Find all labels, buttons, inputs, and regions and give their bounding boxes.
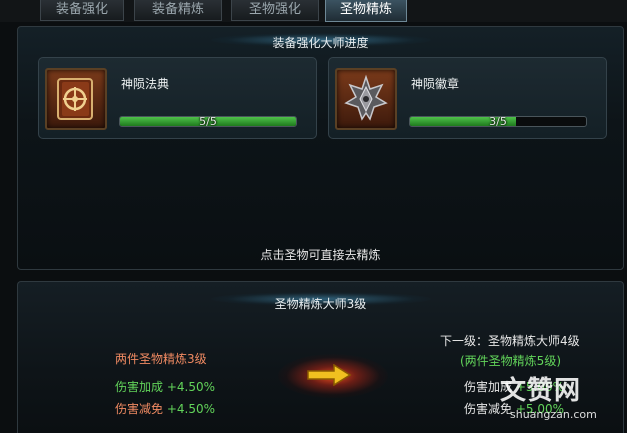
enhance-master-progress-panel: 装备强化大师进度 神陨法典 5/5 神陨徽章 3/5 点击圣物可直接去精炼 bbox=[17, 26, 624, 270]
tab-equipment-refine[interactable]: 装备精炼 bbox=[134, 0, 222, 21]
current-damage-reduction: 伤害减免 +4.50% bbox=[115, 400, 215, 417]
stat-value: +4.50% bbox=[166, 402, 216, 416]
master-level-title: 圣物精炼大师3级 bbox=[274, 297, 367, 311]
tab-relic-refine[interactable]: 圣物精炼 bbox=[325, 0, 407, 22]
progress-text: 5/5 bbox=[199, 116, 217, 127]
relic-card-tome[interactable]: 神陨法典 5/5 bbox=[38, 57, 317, 139]
stat-label: 伤害加成 bbox=[115, 380, 164, 394]
watermark: 文赞网 shuangzan.com bbox=[500, 370, 627, 433]
next-requirement: (两件圣物精炼5级) bbox=[460, 354, 561, 368]
progress-bar: 3/5 bbox=[409, 116, 587, 127]
tab-relic-enhance[interactable]: 圣物强化 bbox=[231, 0, 319, 21]
watermark-text: 文赞网 bbox=[500, 376, 582, 406]
progress-text: 3/5 bbox=[489, 116, 507, 127]
panel-title: 装备强化大师进度 bbox=[272, 36, 369, 50]
arrow-right-icon bbox=[307, 364, 352, 386]
tome-icon[interactable] bbox=[45, 68, 107, 130]
watermark-url: shuangzan.com bbox=[510, 408, 597, 421]
tab-bar: 装备强化 装备精炼 圣物强化 圣物精炼 bbox=[0, 0, 627, 22]
current-damage-bonus: 伤害加成 +4.50% bbox=[115, 378, 215, 395]
stat-value: +4.50% bbox=[166, 380, 216, 394]
next-level-header: 下一级：圣物精炼大师4级 bbox=[440, 334, 580, 348]
progress-bar: 5/5 bbox=[119, 116, 297, 127]
refine-hint: 点击圣物可直接去精炼 bbox=[260, 248, 381, 262]
item-name: 神陨徽章 bbox=[411, 77, 460, 91]
tab-equipment-enhance[interactable]: 装备强化 bbox=[40, 0, 124, 21]
emblem-icon[interactable] bbox=[335, 68, 397, 130]
stat-label: 伤害减免 bbox=[115, 402, 164, 416]
item-name: 神陨法典 bbox=[121, 77, 170, 91]
relic-card-emblem[interactable]: 神陨徽章 3/5 bbox=[328, 57, 607, 139]
current-requirement: 两件圣物精炼3级 bbox=[115, 352, 207, 366]
